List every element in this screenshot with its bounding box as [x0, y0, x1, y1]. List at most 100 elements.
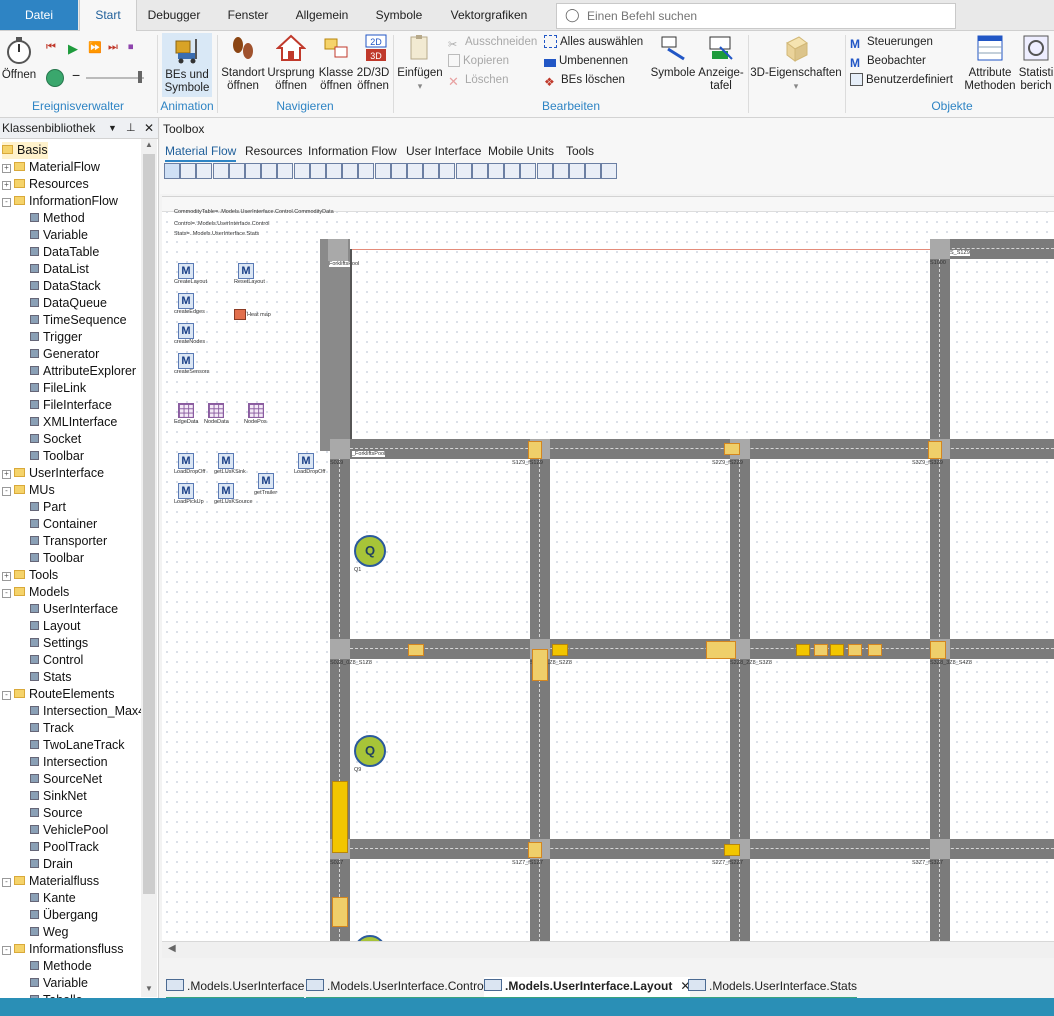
- road-col-s3[interactable]: [930, 239, 950, 942]
- tree-item[interactable]: Layout: [30, 618, 81, 635]
- forklift-pool-track[interactable]: [320, 239, 350, 451]
- road-col-s1[interactable]: [530, 439, 550, 942]
- road-col-s0[interactable]: [330, 439, 350, 942]
- tree-expander-icon[interactable]: -: [2, 198, 11, 207]
- tree-item[interactable]: XMLInterface: [30, 414, 117, 431]
- vehicle-queue[interactable]: [332, 781, 348, 853]
- method-icon[interactable]: M: [238, 263, 254, 279]
- attribute-methoden-button[interactable]: Attribute Methoden: [962, 33, 1018, 93]
- tree-item[interactable]: FileLink: [30, 380, 86, 397]
- tree-expander-icon[interactable]: +: [2, 470, 11, 479]
- toolbox-tool-icon[interactable]: [164, 163, 180, 179]
- tree-item[interactable]: DataList: [30, 261, 89, 278]
- alles-auswaehlen-button[interactable]: Alles auswählen: [544, 33, 643, 51]
- tree-item[interactable]: + Resources: [2, 176, 89, 193]
- reset-icon[interactable]: ⏮: [46, 41, 60, 55]
- loeschen-button[interactable]: ✕ Löschen: [448, 71, 508, 89]
- tree-item[interactable]: Source: [30, 805, 83, 822]
- intersection-node[interactable]: [330, 439, 350, 459]
- tree-item[interactable]: Container: [30, 516, 97, 533]
- vehicle[interactable]: [796, 644, 810, 656]
- table-icon[interactable]: [178, 403, 194, 418]
- tree-item[interactable]: + UserInterface: [2, 465, 104, 482]
- toolbox-tool-icon[interactable]: [180, 163, 197, 179]
- standort-oeffnen-button[interactable]: Standort öffnen: [220, 33, 266, 93]
- benutzerdefiniert-button[interactable]: Benutzerdefiniert: [850, 71, 953, 89]
- tree-item[interactable]: - MUs: [2, 482, 55, 499]
- vehicle[interactable]: [868, 644, 882, 656]
- tree-item[interactable]: - InformationFlow: [2, 193, 118, 210]
- vehicle[interactable]: [532, 649, 548, 681]
- command-search[interactable]: ◯: [556, 3, 956, 29]
- toolbox-tool-icon[interactable]: [390, 163, 407, 179]
- vehicle[interactable]: [528, 842, 542, 858]
- toolbox-tool-icon[interactable]: [358, 163, 375, 179]
- tree-item[interactable]: Drain: [30, 856, 73, 873]
- vehicle[interactable]: [928, 441, 942, 459]
- realtime-icon[interactable]: [46, 69, 64, 87]
- toolbox-tool-icon[interactable]: [423, 163, 440, 179]
- tree-expander-icon[interactable]: -: [2, 878, 11, 887]
- tree-item[interactable]: Toolbar: [30, 448, 84, 465]
- scroll-down-icon[interactable]: ▼: [145, 984, 153, 993]
- tree-item[interactable]: - Models: [2, 584, 69, 601]
- tree-item[interactable]: Track: [30, 720, 74, 737]
- road-col-s2[interactable]: [730, 439, 750, 942]
- intersection-node[interactable]: [930, 839, 950, 859]
- tree-item[interactable]: TimeSequence: [30, 312, 127, 329]
- tree-item[interactable]: Toolbar: [30, 550, 84, 567]
- tree-item[interactable]: Methode: [30, 958, 92, 975]
- anzeigetafel-button[interactable]: Anzeige-tafel: [697, 33, 745, 93]
- tree-expander-icon[interactable]: -: [2, 589, 11, 598]
- tree-item[interactable]: Intersection_Max4: [30, 703, 145, 720]
- toolbox-tool-icon[interactable]: [520, 163, 537, 179]
- tree-item[interactable]: Übergang: [30, 907, 98, 924]
- chevron-down-icon[interactable]: ▼: [108, 118, 117, 138]
- doc-tab-userinterface[interactable]: .Models.UserInterface: [166, 977, 305, 1000]
- tree-expander-icon[interactable]: +: [2, 572, 11, 581]
- tree-item[interactable]: + Tools: [2, 567, 58, 584]
- speed-slider[interactable]: [86, 77, 144, 79]
- intersection-node[interactable]: [930, 239, 950, 259]
- table-icon[interactable]: [248, 403, 264, 418]
- tree-item[interactable]: Settings: [30, 635, 88, 652]
- tree-item[interactable]: Control: [30, 652, 83, 669]
- toolbox-tab-material-flow[interactable]: Material Flow: [165, 142, 237, 162]
- method-icon[interactable]: M: [178, 353, 194, 369]
- vehicle[interactable]: [724, 844, 740, 856]
- steuerungen-button[interactable]: M Steuerungen: [850, 33, 933, 51]
- umbenennen-button[interactable]: Umbenennen: [544, 52, 628, 70]
- tree-item[interactable]: Trigger: [30, 329, 82, 346]
- ursprung-oeffnen-button[interactable]: Ursprung öffnen: [267, 33, 315, 93]
- beobachter-button[interactable]: M Beobachter: [850, 52, 926, 70]
- tree-item[interactable]: UserInterface: [30, 601, 118, 618]
- slower-icon[interactable]: −: [72, 67, 80, 83]
- menu-tab-vektorgrafiken[interactable]: Vektorgrafiken: [442, 0, 536, 30]
- source-icon[interactable]: Q: [354, 535, 386, 567]
- fast-forward-icon[interactable]: ⏩: [88, 41, 102, 55]
- vehicle[interactable]: [332, 897, 348, 927]
- open-event-controller-button[interactable]: Öffnen: [0, 35, 38, 82]
- klasse-oeffnen-button[interactable]: Klasse öffnen: [317, 33, 355, 93]
- tree-item[interactable]: DataQueue: [30, 295, 107, 312]
- tree-item[interactable]: FileInterface: [30, 397, 112, 414]
- tree-expander-icon[interactable]: +: [2, 164, 11, 173]
- layout-canvas[interactable]: CommodityTable=..Models.UserInterface.Co…: [162, 196, 1054, 942]
- tree-item[interactable]: Basis: [2, 142, 48, 159]
- vehicle[interactable]: [724, 443, 740, 455]
- class-library-scrollbar-thumb[interactable]: [143, 154, 155, 894]
- method-icon[interactable]: M: [178, 293, 194, 309]
- toolbox-tool-icon[interactable]: [585, 163, 602, 179]
- toolbox-tool-icon[interactable]: [488, 163, 504, 179]
- vehicle[interactable]: [930, 641, 946, 659]
- toolbox-tab-tools[interactable]: Tools: [566, 142, 594, 160]
- bes-und-symbole-button[interactable]: BEs und Symbole: [162, 33, 212, 97]
- tree-item[interactable]: TwoLaneTrack: [30, 737, 125, 754]
- table-icon[interactable]: [208, 403, 224, 418]
- tree-item[interactable]: DataTable: [30, 244, 99, 261]
- tree-item[interactable]: Socket: [30, 431, 81, 448]
- toolbox-tab-resources[interactable]: Resources: [245, 142, 302, 160]
- tree-item[interactable]: + MaterialFlow: [2, 159, 100, 176]
- menu-tab-start[interactable]: Start: [79, 0, 137, 31]
- tree-item[interactable]: Stats: [30, 669, 72, 686]
